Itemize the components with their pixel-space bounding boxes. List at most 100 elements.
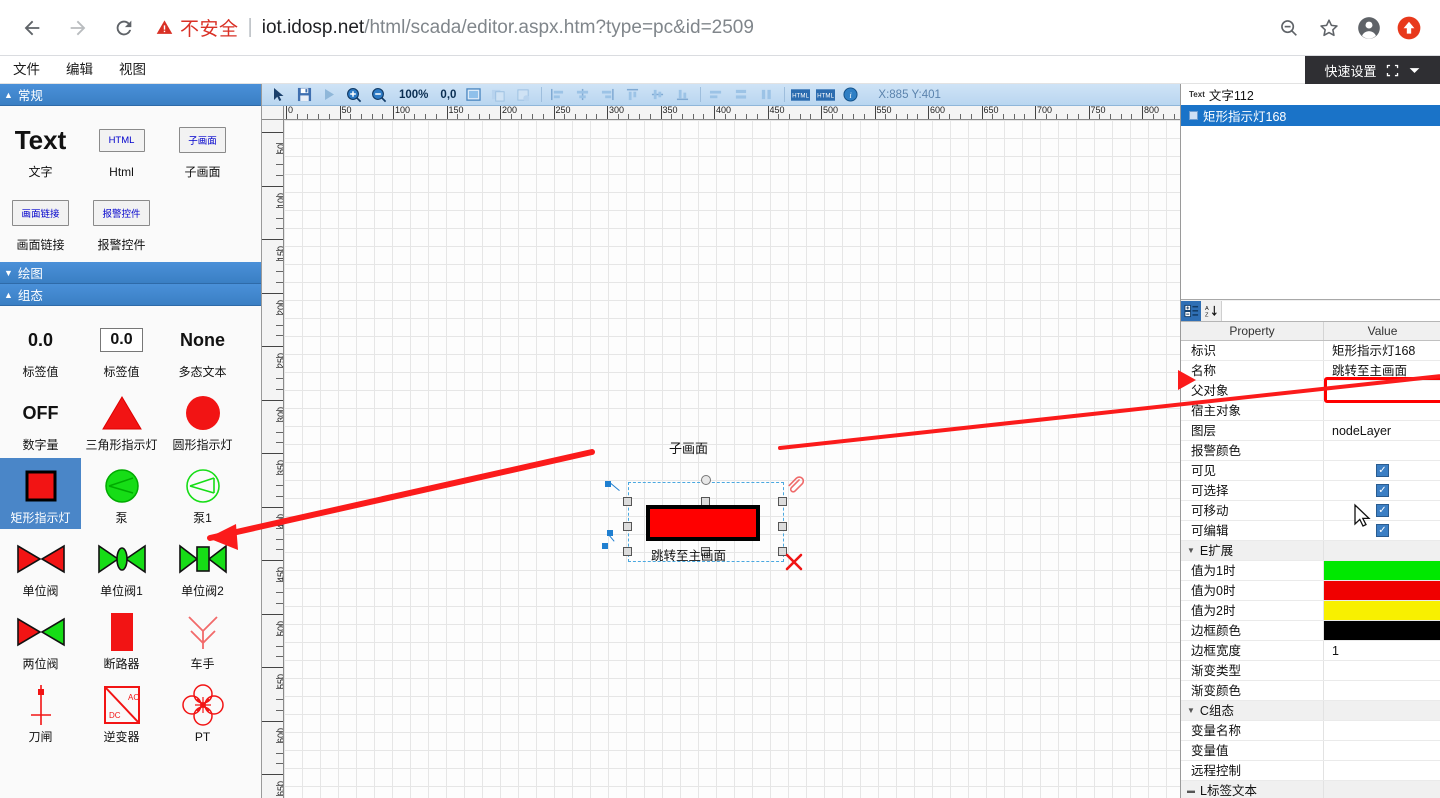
palette-item-html[interactable]: HTML Html [81,112,162,183]
align-top-icon[interactable] [621,85,643,105]
palette-item-breaker[interactable]: 断路器 [81,604,162,675]
align-middle-v-icon[interactable] [646,85,668,105]
palette-item-tag-value-box[interactable]: 0.0 标签值 [81,312,162,383]
zoom-out-icon[interactable] [368,85,390,105]
forward-icon[interactable] [60,10,96,46]
resize-handle-w[interactable] [623,522,632,531]
collapse-icon[interactable] [1386,64,1399,77]
profile-avatar-icon[interactable] [1350,9,1388,47]
palette-group-header-drawing[interactable]: ▼ 绘图 [0,262,261,284]
resize-handle-e[interactable] [778,522,787,531]
object-tree[interactable]: Text 文字112 矩形指示灯168 [1181,84,1440,300]
same-height-icon[interactable] [755,85,777,105]
property-row[interactable]: 可移动✓ [1181,501,1440,521]
palette-item-alarm-widget[interactable]: 报警控件 报警控件 [81,185,162,256]
property-value[interactable]: ✓ [1324,501,1440,520]
property-row[interactable]: 边框颜色 [1181,621,1440,641]
property-value[interactable]: 1 [1324,641,1440,660]
paste-style-icon[interactable] [512,85,534,105]
property-row[interactable]: 值为0时 [1181,581,1440,601]
property-row[interactable]: 报警颜色 [1181,441,1440,461]
property-value[interactable] [1324,661,1440,680]
property-row[interactable]: 渐变类型 [1181,661,1440,681]
group-collapse-icon[interactable]: ▼ [1187,541,1195,561]
property-row[interactable]: 宿主对象 [1181,401,1440,421]
delete-x-icon[interactable] [784,552,804,577]
property-value[interactable]: ✓ [1324,461,1440,480]
palette-item-rect-indicator[interactable]: 矩形指示灯 [0,458,81,529]
property-row[interactable]: 值为2时 [1181,601,1440,621]
info-icon[interactable]: i [839,85,861,105]
property-row[interactable]: 图层nodeLayer [1181,421,1440,441]
property-value[interactable]: ✓ [1324,481,1440,500]
palette-group-header-general[interactable]: ▲ 常规 [0,84,261,106]
group-collapse-icon[interactable]: ▬ [1187,781,1195,798]
html-export-icon[interactable]: HTML [789,85,811,105]
address-bar[interactable]: 不安全 | iot.idosp.net/html/scada/editor.as… [156,11,1260,45]
categorized-view-icon[interactable] [1181,301,1201,321]
property-checkbox[interactable]: ✓ [1376,504,1389,517]
palette-item-pump1[interactable]: 泵1 [162,458,243,529]
back-icon[interactable] [14,10,50,46]
property-row[interactable]: 可编辑✓ [1181,521,1440,541]
run-play-icon[interactable] [318,85,340,105]
property-value[interactable]: 矩形指示灯168 [1324,341,1440,360]
property-grid[interactable]: 标识矩形指示灯168名称跳转至主画面父对象宿主对象图层nodeLayer报警颜色… [1181,341,1440,798]
rotate-handle-icon[interactable] [701,475,711,485]
update-badge-icon[interactable] [1390,9,1428,47]
zoom-out-icon[interactable] [1270,9,1308,47]
palette-item-unit-valve[interactable]: 单位阀 [0,531,81,602]
zoom-in-icon[interactable] [343,85,365,105]
distribute-h-icon[interactable] [705,85,727,105]
property-row[interactable]: 变量值 [1181,741,1440,761]
property-value[interactable] [1324,621,1440,640]
property-value[interactable]: 跳转至主画面 [1324,361,1440,380]
color-swatch[interactable] [1324,561,1440,580]
property-value[interactable] [1324,401,1440,420]
menu-item-view[interactable]: 视图 [106,56,159,84]
property-value[interactable] [1324,561,1440,580]
property-row[interactable]: 标识矩形指示灯168 [1181,341,1440,361]
align-right-icon[interactable] [596,85,618,105]
property-checkbox[interactable]: ✓ [1376,524,1389,537]
property-row[interactable]: 值为1时 [1181,561,1440,581]
property-value[interactable] [1324,441,1440,460]
tree-item-text112[interactable]: Text 文字112 [1181,84,1440,105]
color-swatch[interactable] [1324,581,1440,600]
palette-item-circle-indicator[interactable]: 圆形指示灯 [162,385,243,456]
fit-screen-icon[interactable] [462,85,484,105]
palette-item-text[interactable]: Text 文字 [0,112,81,183]
palette-item-subscreen[interactable]: 子画面 子画面 [162,112,243,183]
property-row[interactable]: 渐变颜色 [1181,681,1440,701]
property-row[interactable]: 可见✓ [1181,461,1440,481]
palette-item-tag-value[interactable]: 0.0 标签值 [0,312,81,383]
reload-icon[interactable] [106,10,142,46]
property-row[interactable]: 变量名称 [1181,721,1440,741]
menu-item-edit[interactable]: 编辑 [53,56,106,84]
property-value[interactable] [1324,681,1440,700]
drawing-canvas[interactable]: 子画面 跳转至主画面 [284,120,1180,798]
html-import-icon[interactable]: HTML [814,85,836,105]
property-row[interactable]: 边框宽度1 [1181,641,1440,661]
paperclip-icon[interactable] [785,475,804,499]
palette-group-header-config[interactable]: ▲ 组态 [0,284,261,306]
palette-item-truck[interactable]: 车手 [162,604,243,675]
property-value[interactable]: ✓ [1324,521,1440,540]
color-swatch[interactable] [1324,621,1440,640]
property-value[interactable] [1324,601,1440,620]
menu-item-file[interactable]: 文件 [0,56,53,84]
group-collapse-icon[interactable]: ▼ [1187,701,1195,721]
chevron-down-icon[interactable] [1408,64,1421,77]
palette-item-unit-valve-2[interactable]: 单位阀2 [162,531,243,602]
property-value[interactable] [1324,761,1440,780]
property-value[interactable] [1324,721,1440,740]
palette-item-pt[interactable]: PT [162,677,243,748]
property-value[interactable]: nodeLayer [1324,421,1440,440]
palette-item-multistate-text[interactable]: None 多态文本 [162,312,243,383]
palette-item-screenlink[interactable]: 画面链接 画面链接 [0,185,81,256]
palette-item-inverter[interactable]: ACDC 逆变器 [81,677,162,748]
align-bottom-icon[interactable] [671,85,693,105]
property-row[interactable]: 父对象 [1181,381,1440,401]
bookmark-star-icon[interactable] [1310,9,1348,47]
tree-item-rect-indicator168[interactable]: 矩形指示灯168 [1181,105,1440,126]
